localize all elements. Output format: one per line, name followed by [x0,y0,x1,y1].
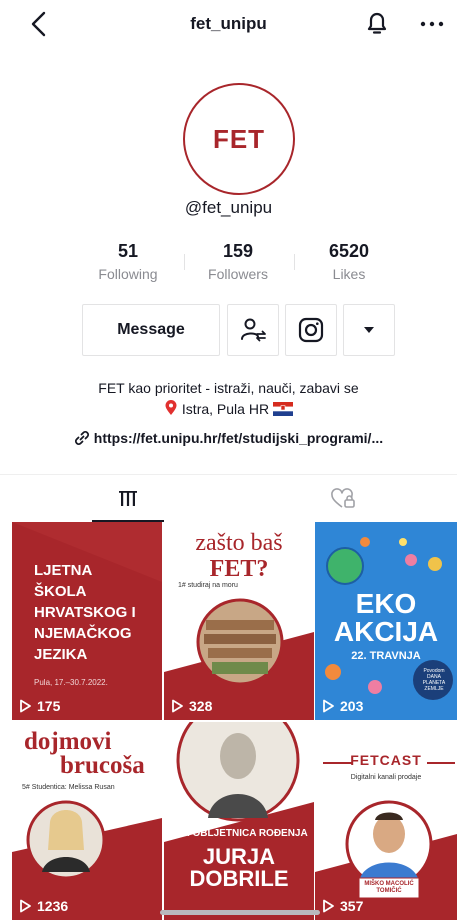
username: @fet_unipu [184,198,273,217]
stat-value: 159 [222,241,254,261]
thumbnail-title: EKO AKCIJA [333,588,439,647]
thumbnail-subtitle: 22. TRAVNJA [351,650,421,662]
stat-likes[interactable]: 6520 Likes [299,241,399,282]
thumbnail-title: dojmovi brucoša [24,728,145,779]
instagram-icon [298,317,324,343]
view-count: 328 [170,698,212,714]
video-thumbnail[interactable]: EKO AKCIJA 22. TRAVNJA Povodom DANA PLAN… [315,522,457,720]
stat-followers[interactable]: 159 Followers [188,241,288,282]
thumbnail-name: MIŠKO MACOLIĆ TOMIČIĆ [364,881,414,894]
location-pin-icon [165,400,177,415]
thumbnail-subtitle: Digitalni kanali prodaje [350,774,422,781]
more-dropdown-button[interactable] [343,304,395,356]
profile-link-text: https://fet.unipu.hr/fet/studijski_progr… [93,430,384,446]
thumbnail-title: zašto baš FET? [195,530,283,582]
view-count: 357 [321,898,363,914]
thumbnail-title: JURJA DOBRILE [189,844,289,891]
bell-icon[interactable] [364,9,390,37]
stat-value: 6520 [328,241,370,261]
home-indicator [160,910,320,915]
play-icon [323,699,334,713]
play-icon [20,699,31,713]
view-count: 1236 [18,898,68,914]
thumbnail-title: FETCAST [350,752,422,768]
thumbnail-subtitle: 5# Studentica: Melissa Rusan [22,784,115,791]
video-thumbnail[interactable]: zašto baš FET? 1# studiraj na moru 328 [164,522,314,720]
thumbnail-badge: Povodom DANA PLANETA ZEMLJE [422,668,446,692]
bio-line: FET kao prioritet - istraži, nauči, zaba… [98,380,359,396]
video-thumbnail[interactable]: dojmovi brucoša 5# Studentica: Melissa R… [12,722,162,920]
stat-divider [294,254,295,270]
tab-videos[interactable] [14,475,242,523]
play-icon [172,699,183,713]
hidden-likes-icon [331,488,355,508]
link-icon [74,430,89,446]
friends-button[interactable] [227,304,279,356]
stat-following[interactable]: 51 Following [78,241,178,282]
avatar[interactable]: FET [183,83,295,195]
stat-label: Following [98,266,158,282]
more-options-icon[interactable] [418,12,446,36]
thumbnail-title: LJETNA ŠKOLA HRVATSKOG I NJEMAČKOG JEZIK… [34,562,136,663]
stat-label: Followers [208,266,268,282]
tab-liked[interactable] [229,475,457,523]
view-count: 175 [18,698,60,714]
play-icon [20,899,31,913]
add-friend-icon [241,318,266,342]
caret-down-icon [364,327,374,333]
bio-location-line: Istra, Pula HR [0,399,457,420]
bio: FET kao prioritet - istraži, nauči, zaba… [0,378,457,420]
thumbnail-subtitle: 210. OBLJETNICA ROĐENJA [170,828,308,839]
content-tabs [0,474,457,522]
grid-icon [119,491,137,506]
thumbnail-subtitle: 1# studiraj na moru [178,582,238,589]
video-thumbnail[interactable]: FETCAST Digitalni kanali prodaje MIŠKO M… [315,722,457,920]
croatia-flag-icon [272,402,293,416]
stat-value: 51 [117,241,139,261]
message-button[interactable]: Message [82,304,220,356]
video-thumbnail[interactable]: LJETNA ŠKOLA HRVATSKOG I NJEMAČKOG JEZIK… [12,522,162,720]
view-count: 203 [321,698,363,714]
video-thumbnail[interactable]: 210. OBLJETNICA ROĐENJA JURJA DOBRILE [164,722,314,920]
instagram-button[interactable] [285,304,337,356]
avatar-logo-text: FET [212,123,266,154]
stat-label: Likes [332,266,366,282]
profile-link[interactable]: https://fet.unipu.hr/fet/studijski_progr… [0,430,457,446]
thumbnail-subtitle: Pula, 17.–30.7.2022. [34,678,108,687]
play-icon [323,899,334,913]
bio-location: Istra, Pula HR [181,401,270,417]
top-bar: fet_unipu [0,0,457,48]
stat-divider [184,254,185,270]
